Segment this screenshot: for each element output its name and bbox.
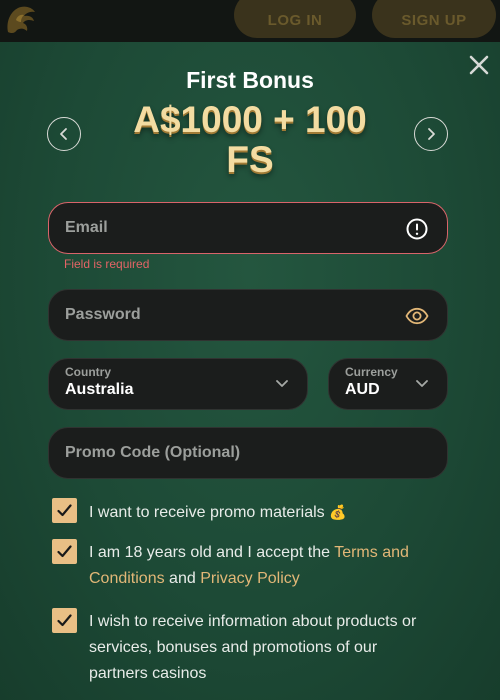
age-terms-and: and	[164, 570, 201, 587]
age-terms-text: I am 18 years old and I accept the Terms…	[89, 540, 419, 592]
country-value: Australia	[65, 381, 134, 398]
promo-materials-label: I want to receive promo materials	[89, 504, 325, 521]
bonus-amount-line1: A$1000 + 100	[133, 99, 367, 140]
password-field[interactable]: Password	[48, 289, 448, 341]
partners-info-text: I wish to receive information about prod…	[89, 613, 417, 682]
currency-label: Currency	[345, 365, 398, 379]
email-placeholder: Email	[65, 219, 108, 236]
exclamation-circle-icon	[406, 218, 428, 240]
chevron-left-icon	[60, 128, 67, 140]
prev-bonus-button[interactable]	[47, 117, 81, 151]
top-bar: LOG IN SIGN UP	[0, 0, 500, 42]
bonus-amount: A$1000 + 100 FS	[110, 100, 390, 180]
checkmark-icon	[57, 614, 72, 627]
age-terms-checkbox[interactable]	[52, 539, 77, 564]
next-bonus-button[interactable]	[414, 117, 448, 151]
chevron-right-icon	[428, 128, 435, 140]
chevron-down-icon	[416, 380, 428, 387]
chevron-down-icon	[276, 380, 288, 387]
country-select[interactable]: Country Australia	[48, 358, 308, 410]
signup-button[interactable]: SIGN UP	[372, 0, 496, 38]
bonus-amount-line2: FS	[226, 139, 274, 180]
promo-code-field[interactable]: Promo Code (Optional)	[48, 427, 448, 479]
currency-value: AUD	[345, 381, 380, 398]
email-error-message: Field is required	[64, 257, 150, 271]
email-field[interactable]: Email	[48, 202, 448, 254]
country-label: Country	[65, 365, 111, 379]
checkmark-icon	[57, 504, 72, 517]
partners-info-checkbox[interactable]	[52, 608, 77, 633]
eye-icon[interactable]	[405, 304, 429, 328]
signup-modal: First Bonus A$1000 + 100 FS Email Field …	[0, 42, 500, 700]
currency-select[interactable]: Currency AUD	[328, 358, 448, 410]
promo-materials-checkbox[interactable]	[52, 498, 77, 523]
promo-code-placeholder: Promo Code (Optional)	[65, 444, 241, 461]
moneybag-icon: 💰	[329, 504, 347, 520]
bonus-title: First Bonus	[186, 67, 314, 93]
age-terms-label: I am 18 years old and I accept the	[89, 544, 335, 561]
privacy-policy-link[interactable]: Privacy Policy	[200, 570, 300, 587]
checkmark-icon	[57, 545, 72, 558]
password-placeholder: Password	[65, 306, 141, 323]
promo-materials-text: I want to receive promo materials 💰	[89, 499, 419, 526]
login-button[interactable]: LOG IN	[234, 0, 356, 38]
lion-logo-icon[interactable]	[2, 2, 38, 38]
